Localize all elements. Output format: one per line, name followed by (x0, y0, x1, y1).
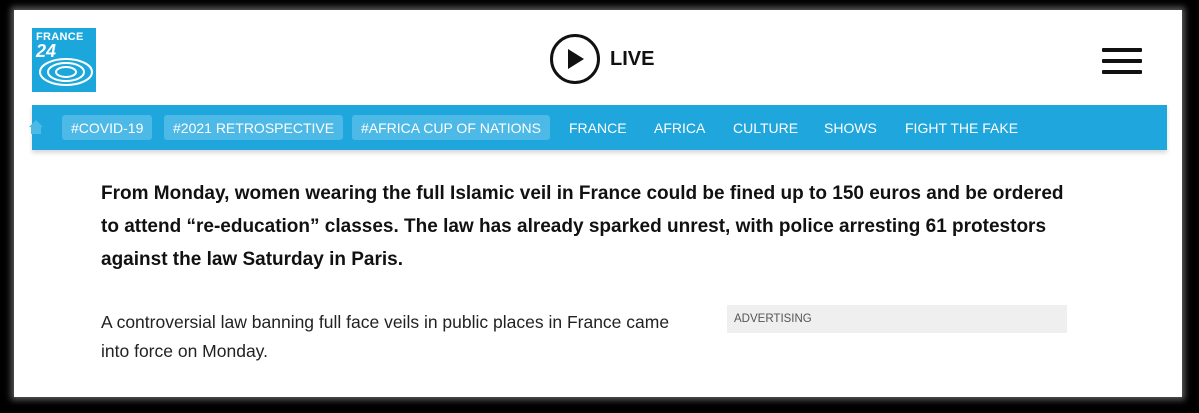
logo-waves-icon (39, 58, 93, 86)
nav-link-fight-the-fake[interactable]: FIGHT THE FAKE (905, 115, 1018, 140)
nav-link-africa[interactable]: AFRICA (654, 115, 705, 140)
nav-tag-retrospective[interactable]: #2021 RETROSPECTIVE (164, 115, 344, 140)
france24-logo[interactable]: FRANCE 24 (32, 28, 96, 92)
nav-tag-covid[interactable]: #COVID-19 (62, 115, 153, 140)
live-button[interactable]: LIVE (550, 34, 654, 84)
article-body-paragraph: A controversial law banning full face ve… (101, 312, 670, 361)
nav-link-france[interactable]: FRANCE (569, 115, 627, 140)
advertising-label: ADVERTISING (727, 305, 1067, 333)
nav-link-culture[interactable]: CULTURE (733, 115, 798, 140)
main-nav: #COVID-19 #2021 RETROSPECTIVE #AFRICA CU… (29, 105, 1167, 150)
article-lead: From Monday, women wearing the full Isla… (101, 183, 1064, 270)
nav-tag-africa-cup[interactable]: #AFRICA CUP OF NATIONS (352, 115, 550, 140)
home-icon[interactable] (29, 119, 43, 135)
hamburger-menu-icon[interactable] (1102, 48, 1142, 74)
browser-viewport: FRANCE 24 LIVE #COVID-19 #2021 RETROSPEC… (14, 10, 1182, 397)
nav-link-shows[interactable]: SHOWS (824, 115, 877, 140)
play-icon (550, 34, 600, 84)
live-label: LIVE (610, 47, 655, 70)
